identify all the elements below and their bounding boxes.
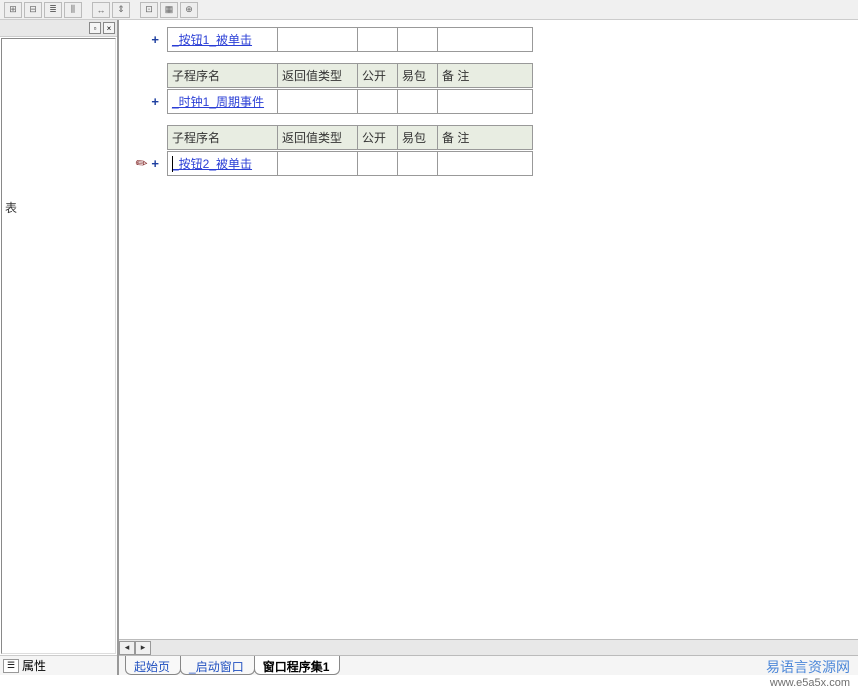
- side-hint-text: 表: [5, 199, 17, 216]
- easypkg-cell[interactable]: [398, 27, 438, 51]
- scroll-left-icon[interactable]: ◂: [119, 641, 135, 655]
- subroutine-link[interactable]: _时钟1_周期事件: [172, 95, 264, 109]
- toolbar-icon[interactable]: ⊡: [140, 2, 158, 18]
- note-cell[interactable]: [438, 151, 533, 175]
- col-name-header: 子程序名: [168, 125, 278, 149]
- toolbar: ⊞ ⊟ ≣ ⫼ ↔ ⇕ ⊡ ▦ ⊕: [0, 0, 858, 20]
- note-cell[interactable]: [438, 89, 533, 113]
- toolbar-icon[interactable]: ≣: [44, 2, 62, 18]
- subroutine-name-cell[interactable]: _按钮1_被单击: [168, 27, 278, 51]
- gutter: +: [129, 94, 165, 109]
- edit-pen-icon: ✎: [132, 153, 152, 174]
- return-type-cell[interactable]: [278, 89, 358, 113]
- return-type-cell[interactable]: [278, 27, 358, 51]
- col-easypkg-header: 易包: [398, 63, 438, 87]
- text-cursor: [172, 156, 173, 172]
- col-note-header: 备 注: [438, 125, 533, 149]
- toolbar-icon[interactable]: ⫼: [64, 2, 82, 18]
- note-cell[interactable]: [438, 27, 533, 51]
- toolbar-icon[interactable]: ⊞: [4, 2, 22, 18]
- subroutine-name-cell[interactable]: _按钮2_被单击: [168, 151, 278, 175]
- toolbar-icon[interactable]: ▦: [160, 2, 178, 18]
- horizontal-scrollbar[interactable]: ◂ ▸: [119, 639, 858, 655]
- code-area[interactable]: +_按钮1_被单击子程序名返回值类型公开易包备 注+_时钟1_周期事件子程序名返…: [119, 20, 858, 639]
- watermark-url: www.e5a5x.com: [766, 677, 850, 691]
- properties-icon: ☰: [3, 659, 19, 673]
- col-return-header: 返回值类型: [278, 125, 358, 149]
- subroutine-row-table: _按钮1_被单击: [167, 27, 533, 52]
- subroutine-block: 子程序名返回值类型公开易包备 注 + _时钟1_周期事件: [129, 62, 858, 114]
- panel-min-icon[interactable]: ▫: [89, 22, 101, 34]
- toolbar-icon[interactable]: ⊟: [24, 2, 42, 18]
- expand-plus-icon[interactable]: +: [151, 156, 159, 171]
- expand-plus-icon[interactable]: +: [151, 32, 159, 47]
- col-public-header: 公开: [358, 63, 398, 87]
- subroutine-block: + _按钮1_被单击: [129, 26, 858, 52]
- easypkg-cell[interactable]: [398, 89, 438, 113]
- subroutine-link[interactable]: _按钮2_被单击: [172, 157, 252, 171]
- toolbar-icon[interactable]: ⇕: [112, 2, 130, 18]
- editor-tab[interactable]: 起始页: [125, 656, 181, 675]
- public-cell[interactable]: [358, 151, 398, 175]
- col-public-header: 公开: [358, 125, 398, 149]
- col-easypkg-header: 易包: [398, 125, 438, 149]
- panel-close-icon[interactable]: ×: [103, 22, 115, 34]
- return-type-cell[interactable]: [278, 151, 358, 175]
- toolbar-icon[interactable]: ↔: [92, 2, 110, 18]
- subroutine-row-table: _时钟1_周期事件: [167, 89, 533, 114]
- gutter: +: [129, 32, 165, 47]
- editor-tabs: 起始页_启动窗口窗口程序集1: [119, 655, 858, 675]
- editor-tab[interactable]: _启动窗口: [180, 656, 255, 675]
- public-cell[interactable]: [358, 89, 398, 113]
- col-return-header: 返回值类型: [278, 63, 358, 87]
- properties-tab[interactable]: ☰ 属性: [0, 655, 117, 675]
- subroutine-link[interactable]: _按钮1_被单击: [172, 33, 252, 47]
- editor-tab[interactable]: 窗口程序集1: [254, 656, 341, 675]
- subroutine-block: 子程序名返回值类型公开易包备 注✎+_按钮2_被单击: [129, 124, 858, 176]
- col-name-header: 子程序名: [168, 63, 278, 87]
- side-panel: ▫ × 表 ☰ 属性: [0, 20, 118, 675]
- public-cell[interactable]: [358, 27, 398, 51]
- subroutine-header-table: 子程序名返回值类型公开易包备 注: [167, 125, 533, 150]
- easypkg-cell[interactable]: [398, 151, 438, 175]
- subroutine-name-cell[interactable]: _时钟1_周期事件: [168, 89, 278, 113]
- subroutine-row-table: _按钮2_被单击: [167, 151, 533, 176]
- subroutine-header-table: 子程序名返回值类型公开易包备 注: [167, 63, 533, 88]
- editor-panel: +_按钮1_被单击子程序名返回值类型公开易包备 注+_时钟1_周期事件子程序名返…: [118, 20, 858, 675]
- gutter: ✎+: [129, 155, 165, 172]
- side-panel-body: 表: [1, 38, 116, 654]
- scroll-right-icon[interactable]: ▸: [135, 641, 151, 655]
- toolbar-icon[interactable]: ⊕: [180, 2, 198, 18]
- expand-plus-icon[interactable]: +: [151, 94, 159, 109]
- side-panel-header: ▫ ×: [0, 20, 117, 37]
- col-note-header: 备 注: [438, 63, 533, 87]
- properties-tab-label: 属性: [22, 657, 46, 674]
